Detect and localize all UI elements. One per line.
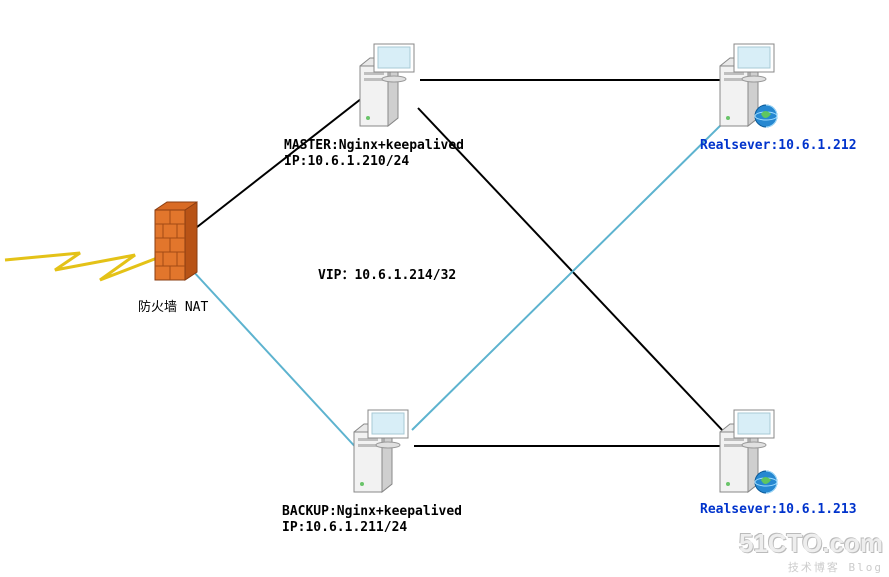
watermark-sub: 技术博客 Blog (739, 559, 883, 575)
lightning-icon (5, 253, 165, 280)
firewall-icon (155, 202, 197, 280)
backup-server-icon (354, 410, 408, 492)
firewall-label: 防火墙 NAT (138, 296, 208, 315)
link-master-rs2 (418, 108, 724, 432)
master-label-line2: IP:10.6.1.210/24 (284, 154, 409, 169)
backup-label-line2: IP:10.6.1.211/24 (282, 520, 407, 535)
vip-label: VIP：10.6.1.214/32 (318, 264, 456, 283)
realserver-1-label: Realsever:10.6.1.212 (700, 138, 857, 153)
diagram-canvas: 防火墙 NAT MASTER:Nginx+keepalived IP:10.6.… (0, 0, 889, 577)
master-server-icon (360, 44, 414, 126)
realserver-2-label: Realsever:10.6.1.213 (700, 502, 857, 517)
links-primary (192, 80, 724, 446)
watermark: 51CTO.com 技术博客 Blog (739, 528, 883, 575)
topology-svg (0, 0, 889, 577)
links-backup (192, 120, 726, 452)
master-label-line1: MASTER:Nginx+keepalived (284, 138, 464, 153)
link-fw-backup (192, 270, 360, 452)
realserver-1-icon (720, 44, 777, 127)
realserver-2-icon (720, 410, 777, 493)
backup-label-line1: BACKUP:Nginx+keepalived (282, 504, 462, 519)
watermark-brand: 51CTO.com (739, 528, 883, 559)
